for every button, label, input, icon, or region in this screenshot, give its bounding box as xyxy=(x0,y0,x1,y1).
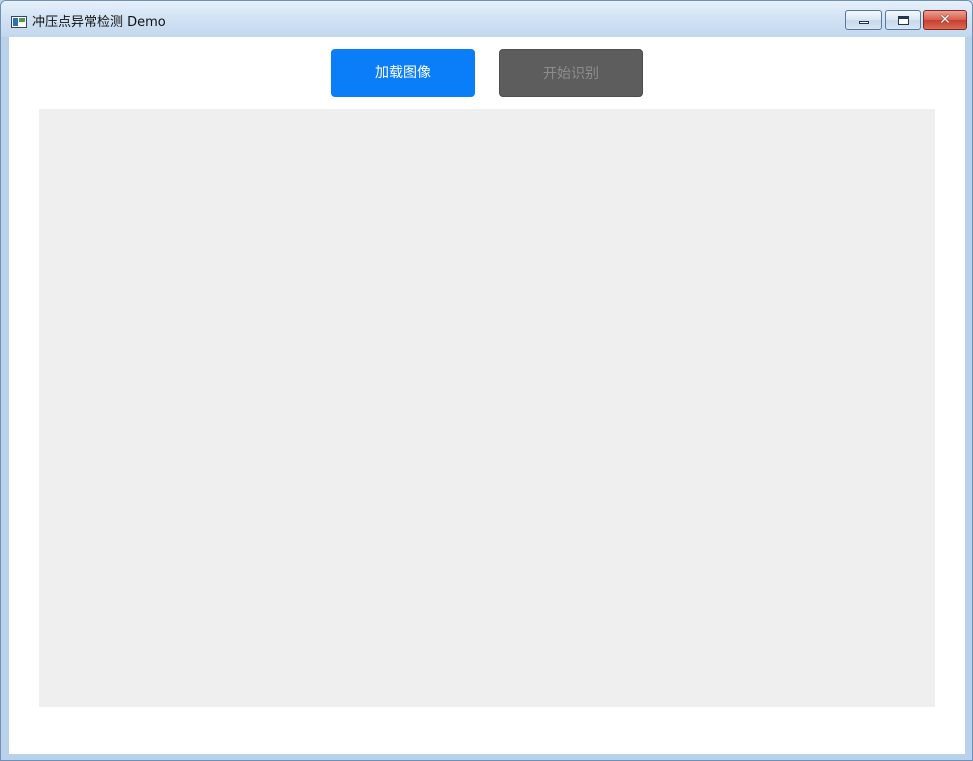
minimize-icon xyxy=(846,11,881,29)
load-image-button[interactable]: 加载图像 xyxy=(331,49,475,97)
maximize-icon xyxy=(886,11,920,29)
app-window-icon[interactable] xyxy=(11,16,27,28)
close-icon: ✕ xyxy=(939,12,951,28)
start-recognition-button[interactable]: 开始识别 xyxy=(499,49,643,97)
app-icon-green-block xyxy=(19,18,25,22)
close-button[interactable]: ✕ xyxy=(923,10,967,30)
minimize-button[interactable] xyxy=(845,10,882,30)
app-icon-blue-block xyxy=(13,18,18,26)
title-bar[interactable]: 冲压点异常检测 Demo ✕ xyxy=(1,1,972,37)
main-window: 冲压点异常检测 Demo ✕ 加载图像 开始识别 xyxy=(0,0,973,761)
maximize-button[interactable] xyxy=(885,10,921,30)
image-display-area xyxy=(39,109,935,707)
client-area: 加载图像 开始识别 xyxy=(9,37,965,754)
window-title: 冲压点异常检测 Demo xyxy=(32,15,166,30)
